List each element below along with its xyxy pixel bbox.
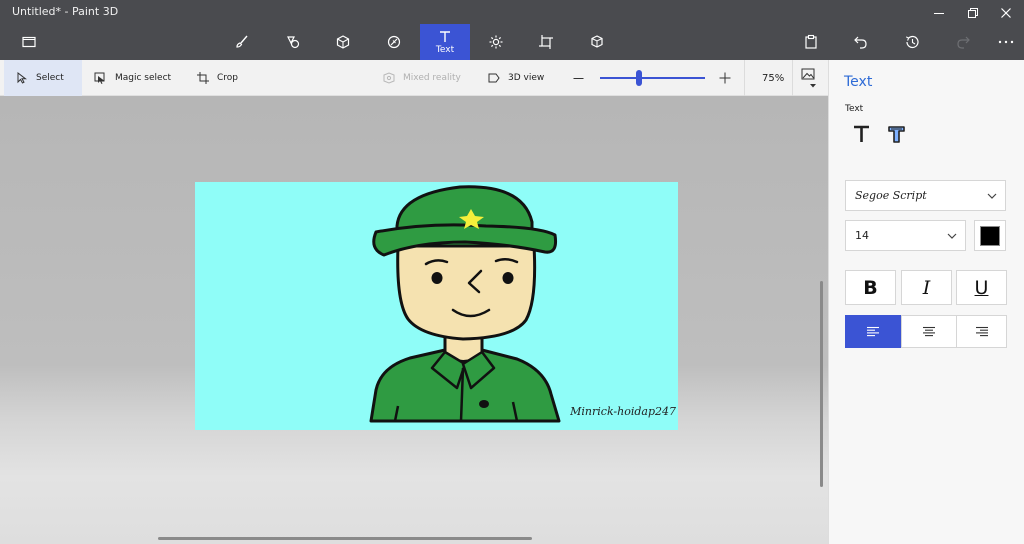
drawing-canvas[interactable]: Minrick-hoidap247 [195, 182, 678, 430]
more-options-button[interactable] [981, 24, 1024, 60]
brush-icon [236, 35, 248, 48]
select-label: Select [36, 73, 64, 83]
vertical-scrollbar[interactable] [820, 281, 823, 487]
stickers-tool[interactable] [369, 24, 419, 60]
horizontal-scrollbar[interactable] [158, 537, 532, 540]
crop-icon [197, 72, 209, 84]
zoom-in-button[interactable] [719, 60, 739, 96]
mixed-reality-icon [383, 72, 395, 84]
caret-down-icon [810, 84, 816, 88]
font-size-value: 14 [855, 229, 869, 242]
plus-icon [719, 72, 731, 84]
restore-button[interactable] [958, 3, 988, 23]
pointer-icon [17, 72, 27, 84]
font-family-select[interactable]: Segoe Script [845, 180, 1006, 211]
italic-button[interactable]: I [901, 270, 952, 305]
undo-button[interactable] [836, 24, 886, 60]
watermark-text: Minrick-hoidap247 [570, 405, 676, 418]
history-button[interactable] [887, 24, 937, 60]
3d-text-button[interactable] [885, 122, 907, 146]
panel-section-label: Text [845, 104, 864, 114]
shapes-2d-icon [287, 36, 300, 49]
canvas-tool[interactable] [521, 24, 571, 60]
2d-text-icon [853, 125, 869, 142]
magic-select-label: Magic select [115, 73, 172, 83]
library-icon [591, 35, 603, 48]
divider [744, 60, 745, 96]
text-panel: Text Text Segoe Script 14 B I U [828, 60, 1024, 544]
align-right-button[interactable] [956, 315, 1007, 348]
sticker-icon [387, 35, 401, 49]
close-icon [1001, 8, 1011, 18]
3d-view-label: 3D view [508, 73, 545, 83]
zoom-slider-thumb[interactable] [635, 70, 642, 86]
text-icon [440, 30, 450, 42]
2d-shapes-tool[interactable] [268, 24, 318, 60]
undo-icon [854, 36, 867, 49]
font-size-select[interactable]: 14 [845, 220, 966, 251]
chevron-down-icon [947, 233, 957, 239]
window-title: Untitled* - Paint 3D [12, 5, 119, 18]
redo-icon [957, 36, 970, 49]
clipboard-icon [805, 34, 817, 49]
minus-icon [573, 77, 584, 79]
crop-label: Crop [217, 73, 239, 83]
select-button[interactable]: Select [4, 60, 82, 96]
underline-button[interactable]: U [956, 270, 1007, 305]
chevron-down-icon [987, 193, 997, 199]
paste-button[interactable] [786, 24, 836, 60]
history-icon [905, 35, 919, 49]
menu-button[interactable] [4, 24, 54, 60]
zoom-slider[interactable] [600, 60, 705, 96]
title-bar: Untitled* - Paint 3D Text [0, 0, 1024, 60]
zoom-value: 75% [762, 72, 785, 84]
effects-tool[interactable] [471, 24, 521, 60]
2d-text-button[interactable] [851, 122, 871, 146]
align-right-icon [975, 326, 988, 337]
panel-title: Text [844, 74, 873, 90]
text-color-button[interactable] [974, 220, 1006, 251]
sub-toolbar: Select Magic select Crop Mixed reality 3… [0, 60, 828, 96]
close-button[interactable] [991, 3, 1021, 23]
canvas-area[interactable]: Minrick-hoidap247 [0, 96, 828, 544]
minimize-button[interactable] [924, 3, 954, 23]
mixed-reality-button[interactable]: Mixed reality [383, 60, 461, 96]
text-tool-label: Text [435, 44, 455, 55]
3d-view-icon [488, 73, 500, 83]
mixed-reality-label: Mixed reality [403, 73, 461, 83]
text-tool[interactable]: Text [420, 24, 470, 60]
text-color-swatch [980, 225, 1000, 246]
crop-canvas-icon [539, 35, 553, 49]
zoom-out-button[interactable] [573, 60, 592, 96]
zoom-slider-track [600, 77, 705, 79]
align-left-icon [867, 326, 879, 337]
3d-library-tool[interactable] [572, 24, 622, 60]
align-center-icon [923, 326, 935, 337]
align-center-button[interactable] [901, 315, 957, 348]
3d-text-icon [887, 125, 905, 143]
minimize-icon [934, 13, 944, 14]
image-icon [801, 68, 815, 80]
font-family-value: Segoe Script [855, 189, 927, 202]
restore-icon [968, 8, 978, 18]
bold-button[interactable]: B [845, 270, 896, 305]
3d-shapes-tool[interactable] [318, 24, 368, 60]
align-left-button[interactable] [845, 315, 901, 348]
sun-icon [489, 35, 503, 49]
magic-select-icon [94, 72, 105, 84]
crop-button[interactable]: Crop [197, 60, 238, 96]
magic-select-button[interactable]: Magic select [94, 60, 171, 96]
view-options-button[interactable] [801, 60, 823, 96]
brushes-tool[interactable] [217, 24, 267, 60]
divider [792, 60, 793, 96]
3d-view-button[interactable]: 3D view [488, 60, 544, 96]
more-icon [998, 40, 1014, 44]
cube-icon [336, 35, 350, 49]
folder-icon [22, 36, 36, 48]
soldier-drawing [369, 185, 561, 423]
